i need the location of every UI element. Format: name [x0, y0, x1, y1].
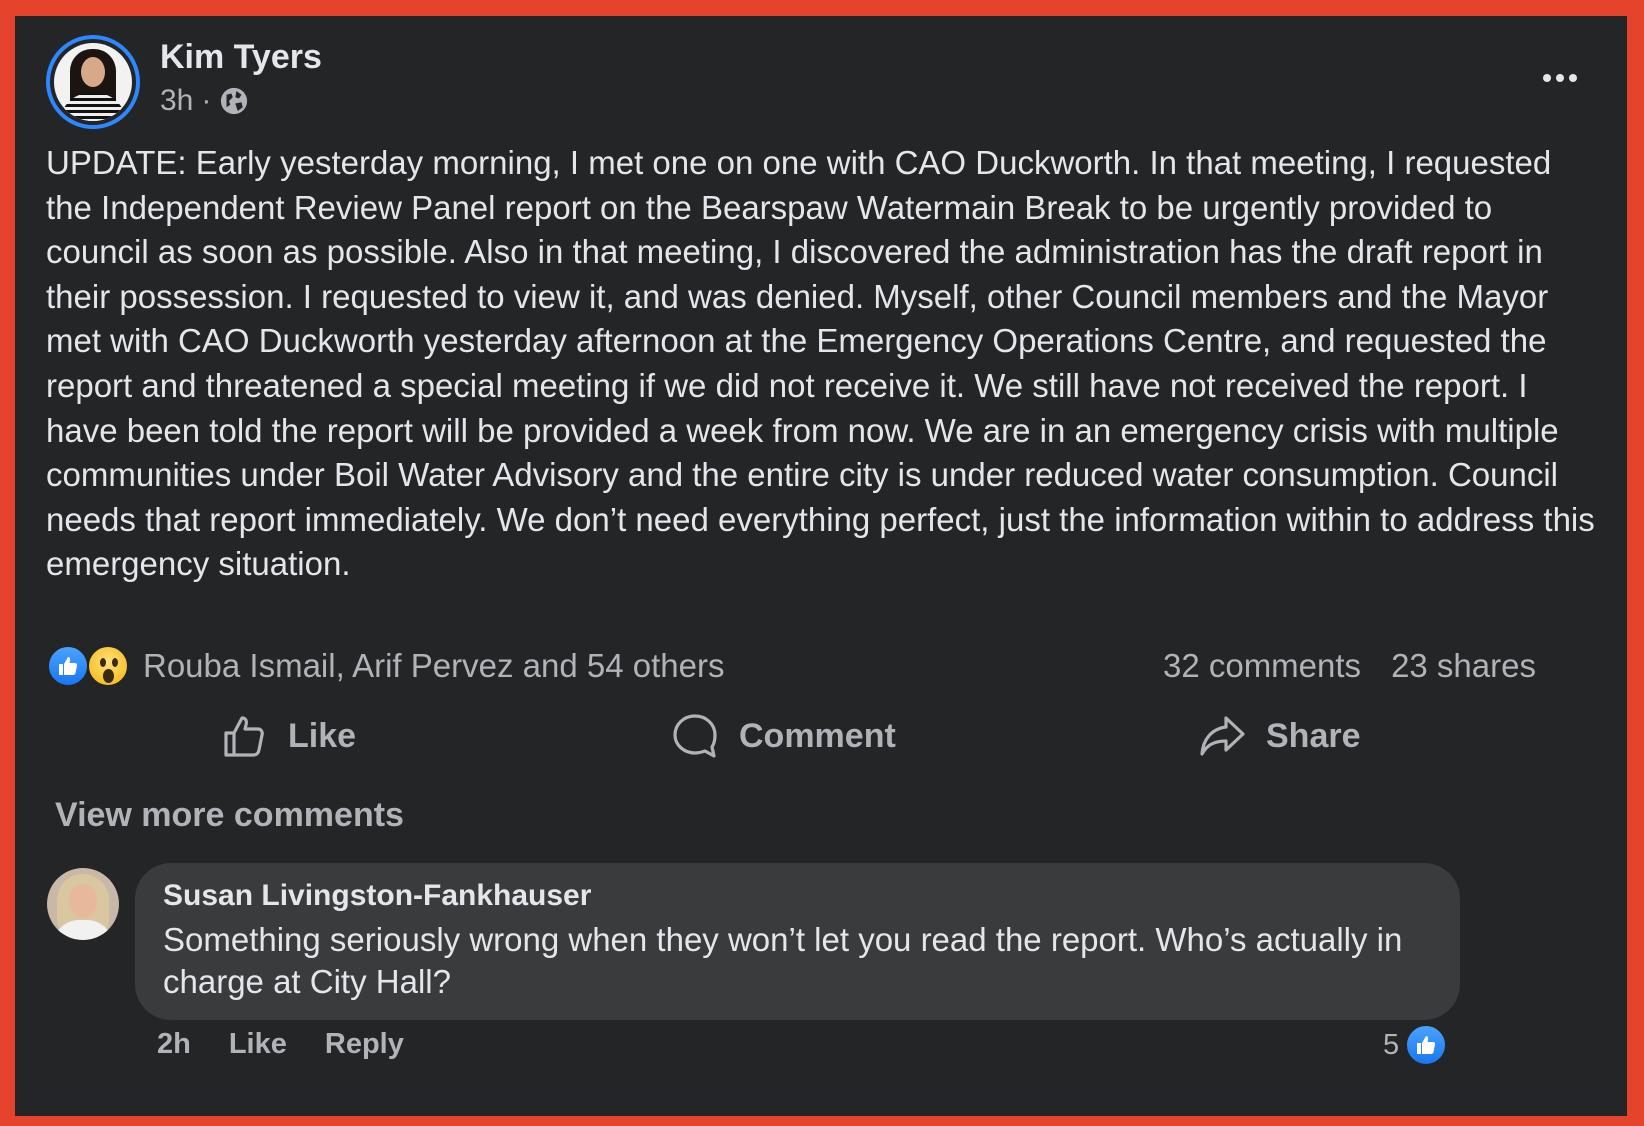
reaction-names: Rouba Ismail, Arif Pervez and 54 others [143, 647, 725, 684]
comment-like-button[interactable]: Like [229, 1028, 287, 1061]
like-button[interactable]: Like [220, 708, 356, 764]
reactions-summary[interactable]: Rouba Ismail, Arif Pervez and 54 others [47, 645, 724, 687]
comment-label: Comment [739, 716, 896, 755]
comment-text: Something seriously wrong when they won’… [163, 921, 1403, 1000]
comment-reply-button[interactable]: Reply [325, 1028, 404, 1061]
author-avatar[interactable] [46, 35, 140, 129]
post-text: UPDATE: Early yesterday morning, I met o… [46, 144, 1595, 583]
share-button[interactable]: Share [1198, 708, 1361, 764]
like-label: Like [288, 716, 357, 755]
comments-count[interactable]: 32 comments [1163, 647, 1361, 685]
share-label: Share [1266, 716, 1361, 755]
commenter-avatar[interactable] [47, 868, 119, 940]
meta-separator: · [201, 84, 212, 117]
post-card: Kim Tyers 3h · UPDATE: Early yesterday m… [15, 16, 1627, 1116]
comment-time[interactable]: 2h [157, 1028, 191, 1061]
avatar-photo [54, 43, 132, 121]
commenter-name[interactable]: Susan Livingston-Fankhauser [163, 879, 1432, 913]
more-options-icon[interactable] [1543, 74, 1577, 82]
comment-reactions[interactable]: 5 [1383, 1024, 1448, 1066]
comment-button[interactable]: Comment [671, 708, 896, 764]
post-actions: Like Comment Share [15, 708, 1627, 764]
view-more-comments-link[interactable]: View more comments [55, 796, 404, 835]
share-arrow-icon [1200, 716, 1245, 756]
comment-bubble-icon [673, 714, 717, 758]
globe-icon[interactable] [219, 86, 249, 116]
post-meta: 3h · [160, 84, 249, 118]
comment-bubble: Susan Livingston-Fankhauser Something se… [135, 863, 1460, 1020]
comment-actions: 2h Like Reply [157, 1028, 404, 1061]
comment-reaction-count: 5 [1383, 1028, 1400, 1061]
like-reaction-icon [1405, 1024, 1448, 1066]
engagement-counts: 32 comments 23 shares [1163, 645, 1536, 687]
shares-count[interactable]: 23 shares [1391, 647, 1536, 685]
thumbs-up-icon [224, 716, 264, 757]
like-reaction-icon [47, 645, 89, 687]
author-name[interactable]: Kim Tyers [160, 38, 322, 77]
post-time[interactable]: 3h [160, 84, 193, 118]
wow-reaction-icon [87, 645, 129, 687]
